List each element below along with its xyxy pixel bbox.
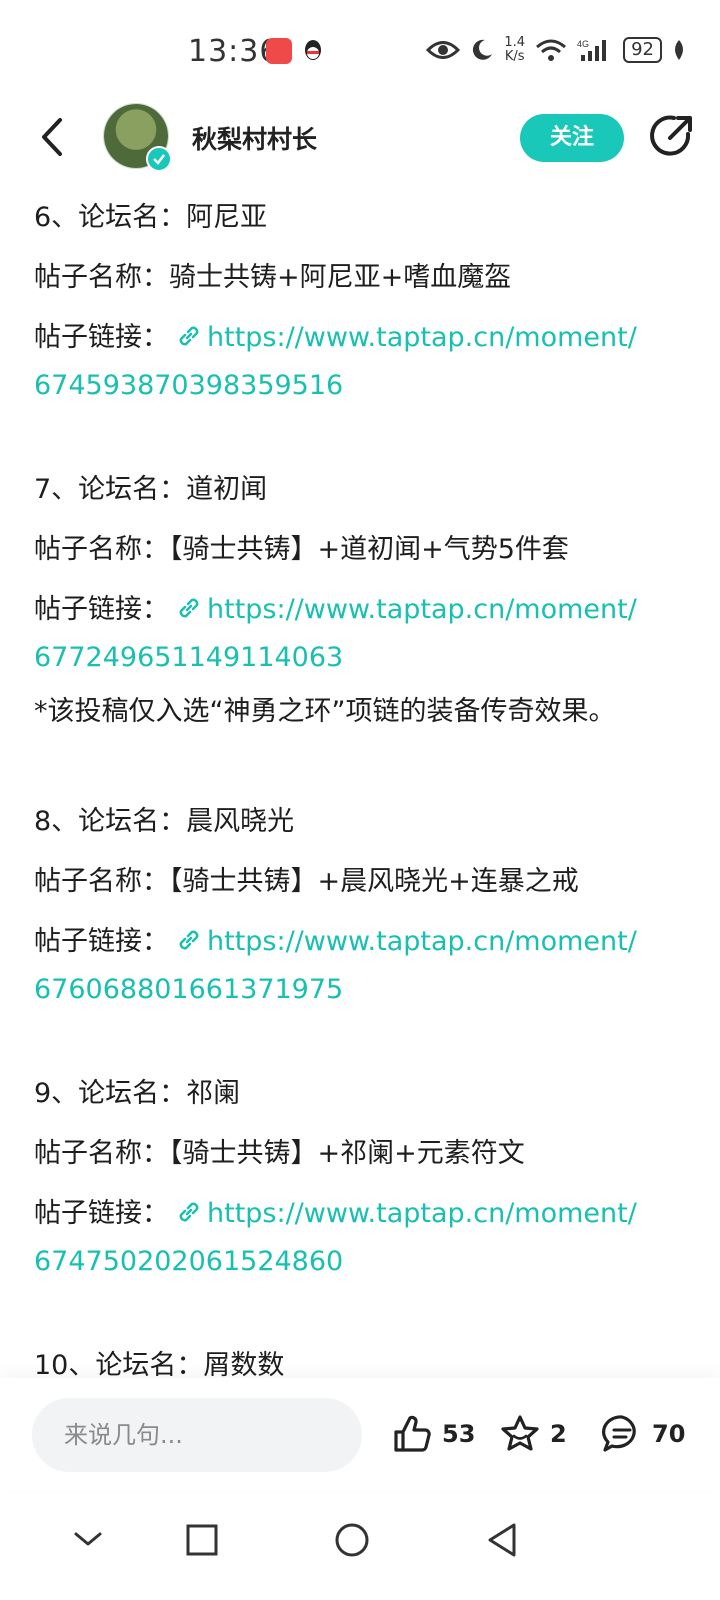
link-url-part1[interactable]: https://www.taptap.cn/moment/ <box>207 926 637 957</box>
comment-icon <box>602 1415 636 1452</box>
post-title-line: 帖子名称：【骑士共铸】+祁阑+元素符文 <box>34 1138 525 1169</box>
status-bar: 13:36 1.4 K/s 4G 92 <box>0 0 720 100</box>
leaf-icon <box>675 40 683 60</box>
home-icon[interactable] <box>322 1510 382 1570</box>
qq-icon <box>305 40 321 60</box>
link-icon <box>179 930 199 950</box>
post-content: 6、论坛名：阿尼亚 帖子名称：骑士共铸+阿尼亚+嗜血魔盔 帖子链接： https:… <box>34 188 694 1396</box>
post-title-line: 帖子名称：【骑士共铸】+晨风晓光+连暴之戒 <box>34 866 579 897</box>
like-button[interactable]: 53 <box>390 1412 475 1456</box>
link-label: 帖子链接： <box>34 594 169 625</box>
link-url-part1[interactable]: https://www.taptap.cn/moment/ <box>207 322 637 353</box>
forum-name-line: 7、论坛名：道初闻 <box>34 474 268 505</box>
link-url-part2[interactable]: 676068801661371975 <box>34 974 343 1005</box>
star-icon <box>501 1415 539 1451</box>
post-link[interactable]: 帖子链接： https://www.taptap.cn/moment/ 67459… <box>34 314 694 410</box>
wifi-icon <box>536 39 567 61</box>
recent-apps-icon[interactable] <box>172 1510 232 1570</box>
link-label: 帖子链接： <box>34 926 169 957</box>
chevron-down-icon[interactable] <box>58 1510 118 1570</box>
author-name[interactable]: 秋梨村村长 <box>192 120 317 156</box>
bottom-action-bar: 来说几句... 53 2 70 <box>0 1378 720 1490</box>
comment-input[interactable]: 来说几句... <box>32 1398 362 1472</box>
comment-count: 70 <box>652 1420 686 1448</box>
link-label: 帖子链接： <box>34 1198 169 1229</box>
entry-note: *该投稿仅入选“神勇之环”项链的装备传奇效果。 <box>34 696 616 727</box>
post-title-line: 帖子名称：【骑士共铸】+道初闻+气势5件套 <box>34 534 569 565</box>
network-speed: 1.4 K/s <box>504 35 526 64</box>
4g-signal-icon: 4G <box>577 39 607 61</box>
battery-indicator: 92 <box>623 37 662 63</box>
forum-name-line: 8、论坛名：晨风晓光 <box>34 806 295 837</box>
follow-button[interactable]: 关注 <box>520 114 624 162</box>
back-triangle-icon[interactable] <box>472 1510 532 1570</box>
back-arrow-icon[interactable] <box>34 112 74 162</box>
favorite-button[interactable]: 2 <box>498 1412 567 1456</box>
link-icon <box>179 326 199 346</box>
forum-name-line: 9、论坛名：祁阑 <box>34 1078 241 1109</box>
status-icons: 1.4 K/s 4G 92 <box>426 36 686 64</box>
forum-name-line: 6、论坛名：阿尼亚 <box>34 202 268 233</box>
link-url-part2[interactable]: 677249651149114063 <box>34 642 343 673</box>
post-link[interactable]: 帖子链接： https://www.taptap.cn/moment/ 67724… <box>34 586 694 682</box>
eye-icon <box>426 41 461 59</box>
link-label: 帖子链接： <box>34 322 169 353</box>
comment-button[interactable]: 70 <box>600 1412 685 1456</box>
post-link[interactable]: 帖子链接： https://www.taptap.cn/moment/ 67606… <box>34 918 694 1014</box>
link-icon <box>179 1202 199 1222</box>
favorite-count: 2 <box>550 1420 567 1448</box>
verified-badge-icon <box>146 146 172 172</box>
post-link[interactable]: 帖子链接： https://www.taptap.cn/moment/ 67475… <box>34 1190 694 1286</box>
huawei-app-icon <box>266 38 292 64</box>
link-url-part1[interactable]: https://www.taptap.cn/moment/ <box>207 1198 637 1229</box>
post-title-line: 帖子名称：骑士共铸+阿尼亚+嗜血魔盔 <box>34 262 512 293</box>
share-icon[interactable] <box>648 112 696 160</box>
post-header: 秋梨村村长 关注 <box>0 100 720 180</box>
link-url-part2[interactable]: 674750202061524860 <box>34 1246 343 1277</box>
svg-text:4G: 4G <box>577 39 589 49</box>
moon-icon <box>473 39 493 60</box>
system-nav-bar <box>0 1490 720 1600</box>
link-url-part1[interactable]: https://www.taptap.cn/moment/ <box>207 594 637 625</box>
link-icon <box>179 598 199 618</box>
link-url-part2[interactable]: 674593870398359516 <box>34 370 343 401</box>
thumbs-up-icon <box>394 1415 431 1452</box>
like-count: 53 <box>442 1420 476 1448</box>
